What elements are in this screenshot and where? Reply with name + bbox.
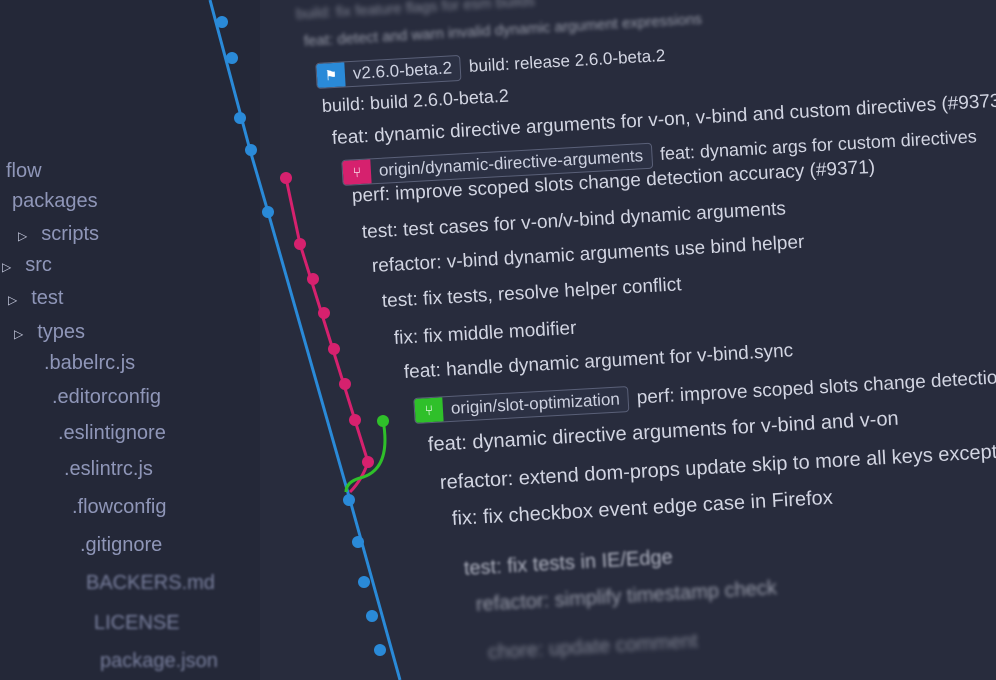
commit-node[interactable]: [307, 273, 319, 285]
badge-label: origin/slot-optimization: [450, 389, 621, 418]
sidebar-item-label: src: [25, 254, 52, 276]
sidebar-item-gitignore[interactable]: .gitignore: [80, 534, 162, 557]
sidebar-item-label: LICENSE: [94, 612, 180, 634]
commit-node[interactable]: [339, 378, 351, 390]
sidebar-item-label: scripts: [41, 223, 100, 245]
commit-row[interactable]: ⚑ v2.6.0-beta.2 build: release 2.6.0-beta.…: [315, 43, 666, 89]
commit-node[interactable]: [349, 414, 361, 426]
branch-icon: ⑂: [342, 159, 372, 185]
sidebar-item-eslintrc-js[interactable]: .eslintrc.js: [64, 458, 153, 481]
sidebar-item-label: .eslintignore: [58, 422, 166, 444]
commit-message: fix: fix middle modifier: [393, 317, 577, 349]
commit-message: perf: improve scoped slots change detect…: [636, 362, 996, 409]
sidebar-item-label: types: [37, 321, 86, 343]
commit-node[interactable]: [343, 494, 355, 506]
branch-badge[interactable]: ⑂ origin/slot-optimization: [413, 386, 630, 424]
sidebar-item-label: packages: [12, 190, 98, 212]
sidebar-item-package-json[interactable]: package.json: [100, 650, 218, 673]
triangle-right-icon[interactable]: ▷: [18, 229, 27, 243]
commit-node[interactable]: [280, 172, 292, 184]
sidebar-item-eslintignore[interactable]: .eslintignore: [58, 422, 166, 445]
sidebar-item-label: package.json: [100, 650, 218, 672]
sidebar-item-test[interactable]: ▷ test: [8, 287, 63, 310]
commit-node[interactable]: [366, 610, 378, 622]
triangle-right-icon[interactable]: ▷: [14, 327, 23, 341]
commit-row[interactable]: refactor: simplify timestamp check: [475, 577, 777, 617]
sidebar-item-babelrc-js[interactable]: .babelrc.js: [44, 352, 135, 375]
commit-message: build: release 2.6.0-beta.2: [468, 45, 666, 76]
commit-message: chore: update comment: [487, 630, 699, 664]
version-tag-badge[interactable]: ⚑ v2.6.0-beta.2: [315, 54, 462, 89]
badge-label: v2.6.0-beta.2: [352, 58, 453, 83]
sidebar-item-label: .flowconfig: [72, 496, 167, 518]
commit-message: test: fix tests in IE/Edge: [463, 546, 674, 580]
sidebar-item-flowconfig[interactable]: .flowconfig: [72, 496, 167, 519]
commit-row[interactable]: fix: fix middle modifier: [393, 318, 577, 350]
commit-node[interactable]: [328, 343, 340, 355]
commit-message: feat: dynamic args for custom directives: [659, 126, 978, 164]
dynamic-branch-line: [284, 177, 370, 494]
commit-row[interactable]: feat: handle dynamic argument for v-bind…: [403, 340, 793, 384]
sidebar-item-scripts[interactable]: ▷ scripts: [18, 223, 99, 246]
sidebar-item-editorconfig[interactable]: .editorconfig: [52, 386, 161, 409]
sidebar-item-types[interactable]: ▷ types: [14, 321, 85, 344]
tag-icon: ⚑: [316, 62, 346, 88]
commit-message: build: build 2.6.0-beta.2: [321, 85, 510, 116]
commit-message: build: fix feature flags for esm builds: [295, 0, 536, 23]
sidebar-item-license[interactable]: LICENSE: [94, 612, 180, 635]
branch-icon: ⑂: [414, 397, 444, 423]
commit-message: feat: handle dynamic argument for v-bind…: [403, 340, 794, 383]
commit-node[interactable]: [294, 238, 306, 250]
git-graph-view: flow packages ▷ scripts ▷ src ▷ test ▷ types .babe…: [0, 0, 996, 680]
triangle-right-icon[interactable]: ▷: [2, 260, 11, 274]
commit-node[interactable]: [374, 644, 386, 656]
commit-row[interactable]: build: build 2.6.0-beta.2: [321, 86, 509, 117]
commit-node[interactable]: [318, 307, 330, 319]
sidebar-item-packages[interactable]: packages: [12, 190, 98, 213]
commit-row[interactable]: chore: update comment: [487, 630, 698, 665]
sidebar-item-backers-md[interactable]: BACKERS.md: [86, 572, 215, 595]
sidebar-item-label: BACKERS.md: [86, 572, 215, 594]
file-explorer-sidebar: flow packages ▷ scripts ▷ src ▷ test ▷ types .babe…: [0, 0, 260, 680]
commit-node[interactable]: [358, 576, 370, 588]
commit-node[interactable]: [362, 456, 374, 468]
commit-row[interactable]: fix: fix checkbox event edge case in Fir…: [451, 487, 833, 531]
sidebar-item-label: test: [31, 287, 64, 309]
slot-branch-line: [344, 419, 387, 493]
commit-message: test: fix tests, resolve helper conflict: [381, 274, 682, 312]
sidebar-item-label: .editorconfig: [52, 386, 161, 408]
commit-message: refactor: simplify timestamp check: [475, 577, 778, 616]
sidebar-item-label: flow: [6, 160, 42, 182]
commit-node[interactable]: [352, 536, 364, 548]
commit-row[interactable]: test: fix tests in IE/Edge: [463, 546, 673, 581]
sidebar-item-flow[interactable]: flow: [6, 160, 42, 183]
sidebar-item-label: .babelrc.js: [44, 352, 136, 374]
commit-node[interactable]: [377, 415, 389, 427]
commit-row[interactable]: test: fix tests, resolve helper conflict: [381, 274, 682, 313]
sidebar-item-src[interactable]: ▷ src: [2, 254, 52, 277]
commit-message: fix: fix checkbox event edge case in Fir…: [451, 486, 834, 530]
sidebar-item-label: .gitignore: [80, 534, 163, 556]
triangle-right-icon[interactable]: ▷: [8, 293, 17, 307]
commit-node[interactable]: [262, 206, 274, 218]
commit-row[interactable]: build: fix feature flags for esm builds: [296, 0, 536, 23]
sidebar-item-label: .eslintrc.js: [64, 458, 153, 480]
